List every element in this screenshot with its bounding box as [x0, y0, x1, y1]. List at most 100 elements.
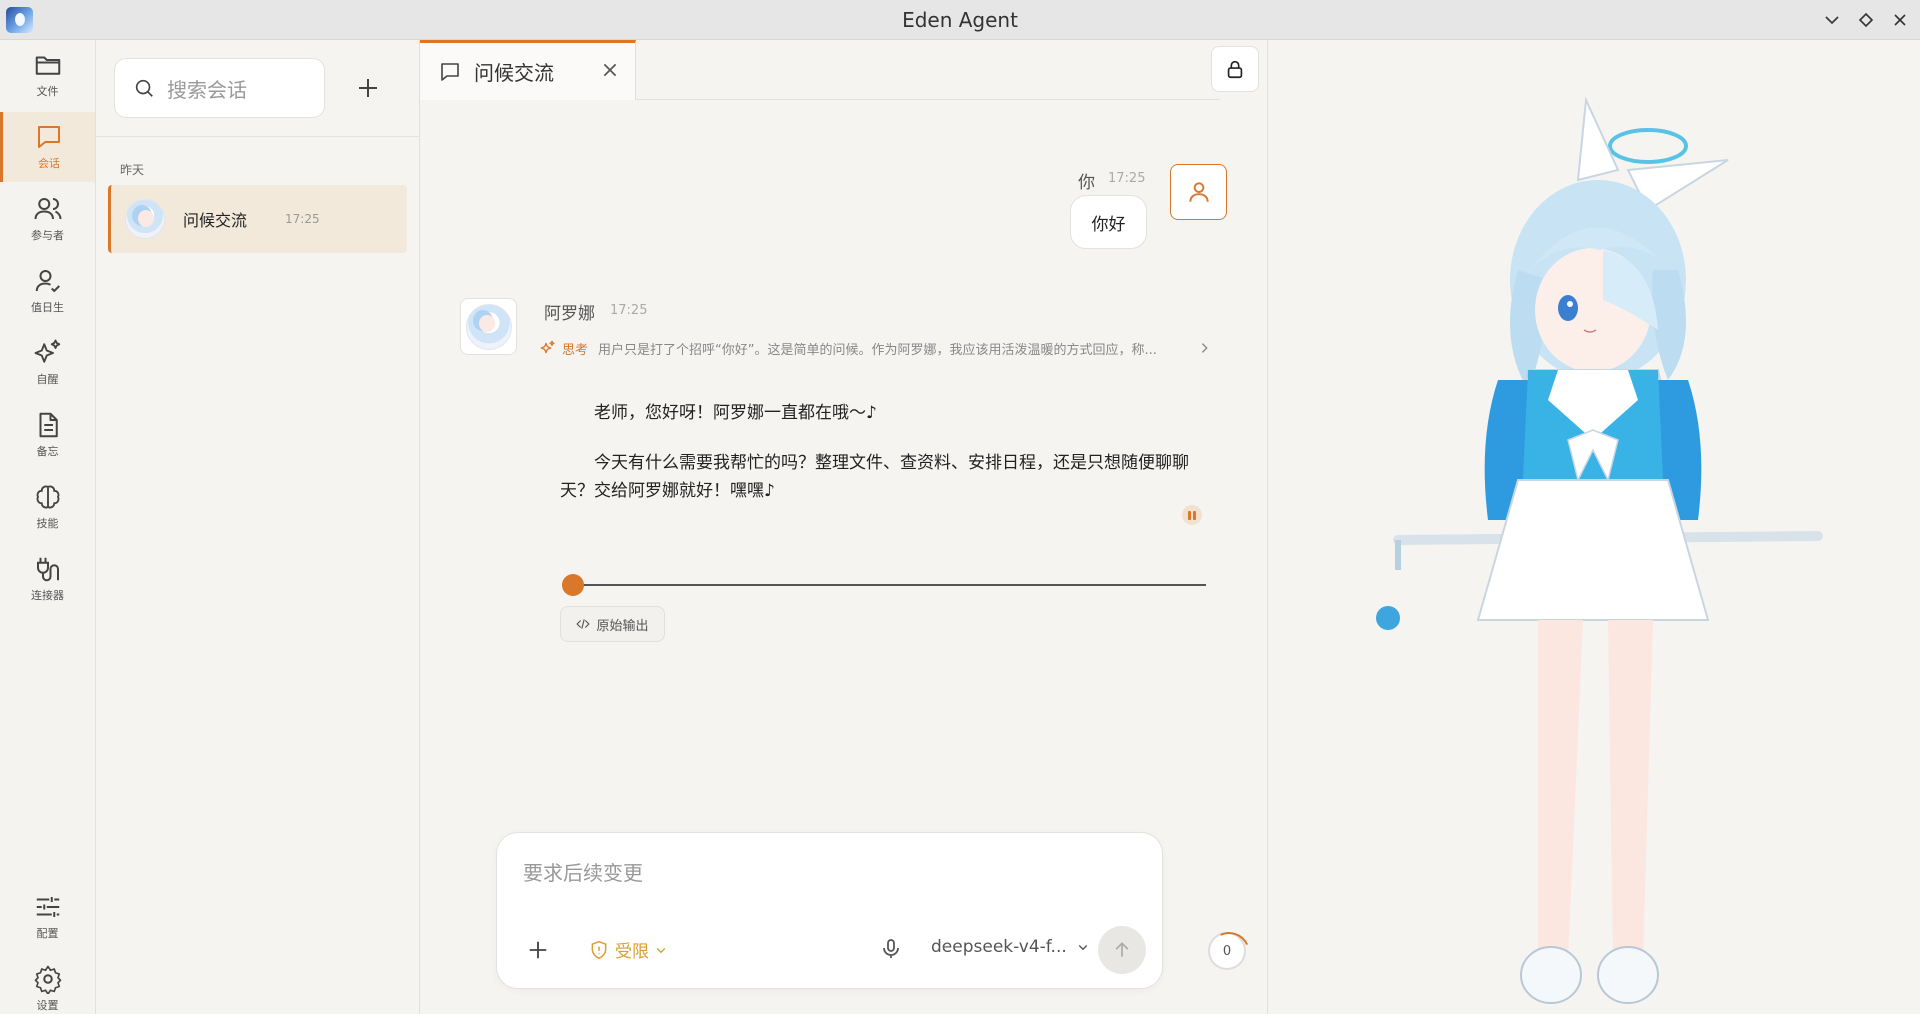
pause-icon: [1188, 510, 1191, 520]
thinking-toggle[interactable]: 思考 用户只是打了个招呼“你好”。这是简单的问候。作为阿罗娜，我应该用活泼温暖的…: [540, 336, 1212, 360]
chat-icon: [441, 62, 459, 81]
user-avatar: [1170, 164, 1227, 220]
shield-icon: [591, 940, 607, 959]
reply-paragraph: 今天有什么需要我帮忙的吗？整理文件、查资料、安排日程，还是只想随便聊聊天？交给阿…: [560, 453, 1189, 501]
avatar: [465, 303, 512, 350]
rail-item-label: 设置: [36, 999, 59, 1012]
microphone-button[interactable]: [879, 937, 903, 961]
audio-progress-slider[interactable]: [562, 574, 1206, 596]
search-placeholder[interactable]: 搜索会话: [167, 74, 247, 103]
avatar: [125, 199, 165, 239]
reply-paragraph: 老师，您好呀！阿罗娜一直都在哦～♪: [594, 403, 877, 423]
rail-item-participants[interactable]: 参与者: [0, 184, 95, 254]
permission-label: 受限: [615, 942, 649, 962]
sparkles-icon: [34, 339, 60, 363]
search-box[interactable]: 搜索会话: [114, 58, 325, 118]
conversation-sidebar: 搜索会话 昨天 问候交流 17:25: [96, 40, 420, 1014]
sliders-icon: [36, 897, 59, 917]
model-label: deepseek-v4-f...: [931, 937, 1067, 957]
tab-conversation[interactable]: 问候交流: [420, 40, 636, 100]
user-name: 你: [1078, 173, 1095, 193]
thinking-label: 思考: [562, 342, 589, 358]
chevron-down-icon: [1825, 16, 1839, 25]
microphone-icon: [883, 939, 899, 958]
assistant-name: 阿罗娜: [544, 304, 595, 324]
message-input[interactable]: [523, 861, 1123, 885]
new-conversation-button[interactable]: [348, 68, 388, 108]
code-icon: [576, 619, 591, 629]
divider: [96, 136, 419, 137]
window-title: Eden Agent: [902, 8, 1018, 32]
send-button[interactable]: [1098, 926, 1146, 974]
search-icon: [135, 79, 153, 97]
rail-item-label: 会话: [38, 157, 60, 170]
raw-output-label: 原始输出: [596, 618, 649, 634]
close-icon: [603, 63, 617, 77]
rail-item-duty[interactable]: 值日生: [0, 256, 95, 326]
attach-button[interactable]: [525, 937, 551, 963]
close-window-button[interactable]: [1890, 10, 1910, 30]
tab-divider: [636, 99, 1220, 100]
user-message-time: 17:25: [1108, 171, 1146, 186]
tab-label: 问候交流: [474, 61, 554, 85]
context-usage-indicator[interactable]: 0: [1208, 932, 1246, 970]
rail-item-label: 连接器: [31, 589, 64, 602]
sparkles-icon: [540, 340, 555, 354]
character-illustration: [1376, 96, 1823, 1004]
chat-panel: 问候交流 你 17:25 你好 阿罗娜 17:25 思考 用户只是打了个招呼“你…: [420, 40, 1268, 1014]
maximize-button[interactable]: [1856, 10, 1876, 30]
rail-item-label: 技能: [36, 517, 59, 530]
rail-item-chat[interactable]: 会话: [0, 112, 95, 182]
conversation-name: 问候交流: [183, 211, 248, 230]
diamond-icon: [1858, 12, 1874, 28]
rail-item-label: 自醒: [36, 373, 59, 386]
lock-icon: [1227, 60, 1243, 79]
conversation-item[interactable]: 问候交流 17:25: [108, 185, 407, 253]
user-check-icon: [35, 270, 60, 293]
group-label: 昨天: [120, 163, 145, 177]
rail-item-label: 值日生: [31, 301, 64, 314]
minimize-button[interactable]: [1822, 10, 1842, 30]
thinking-summary: 用户只是打了个招呼“你好”。这是简单的问候。作为阿罗娜，我应该用活泼温暖的方式回…: [598, 342, 1157, 358]
chevron-down-icon: [656, 947, 666, 953]
assistant-reply: 老师，您好呀！阿罗娜一直都在哦～♪ 今天有什么需要我帮忙的吗？整理文件、查资料、…: [560, 399, 1200, 505]
rail-item-label: 文件: [36, 85, 59, 98]
conversation-time: 17:25: [285, 212, 320, 226]
permission-dropdown[interactable]: 受限: [589, 937, 667, 962]
rail-item-skills[interactable]: 技能: [0, 472, 95, 542]
gear-icon: [34, 965, 61, 994]
rail-item-label: 备忘: [36, 445, 59, 458]
rail-item-label: 配置: [36, 927, 59, 940]
rail-item-config[interactable]: 配置: [0, 882, 95, 952]
rail-item-label: 参与者: [31, 229, 64, 242]
context-count: 0: [1222, 943, 1232, 959]
tab-close-button[interactable]: [601, 61, 619, 79]
rail-item-files[interactable]: 文件: [0, 40, 95, 110]
brain-icon: [36, 485, 59, 509]
user-message-bubble: 你好: [1070, 195, 1147, 249]
pause-audio-button[interactable]: [1182, 505, 1202, 525]
tab-bar: 问候交流: [420, 40, 1268, 100]
plus-icon: [529, 941, 547, 959]
rail-item-reflect[interactable]: 自醒: [0, 328, 95, 398]
title-bar: Eden Agent: [0, 0, 1920, 40]
rail-item-memo[interactable]: 备忘: [0, 400, 95, 470]
close-icon: [1894, 14, 1906, 26]
message-composer: 受限 deepseek-v4-f...: [496, 832, 1163, 989]
progress-knob[interactable]: [562, 574, 584, 596]
document-icon: [39, 412, 58, 438]
plug-icon: [36, 557, 59, 582]
raw-output-button[interactable]: 原始输出: [560, 606, 665, 642]
rail-item-connectors[interactable]: 连接器: [0, 544, 95, 614]
model-selector[interactable]: deepseek-v4-f...: [931, 937, 1089, 957]
character-panel: [1268, 40, 1920, 1014]
lock-button[interactable]: [1211, 46, 1259, 92]
chevron-down-icon: [1078, 945, 1088, 951]
rail-item-settings[interactable]: 设置: [0, 954, 95, 1014]
assistant-message-time: 17:25: [610, 303, 648, 318]
folder-icon: [35, 56, 60, 75]
user-icon: [1188, 182, 1209, 202]
plus-icon: [359, 79, 377, 97]
assistant-avatar: [460, 298, 517, 355]
nav-rail: 文件 会话 参与者 值日生 自醒 备忘 技能 连接器 配置 设置: [0, 40, 96, 1014]
